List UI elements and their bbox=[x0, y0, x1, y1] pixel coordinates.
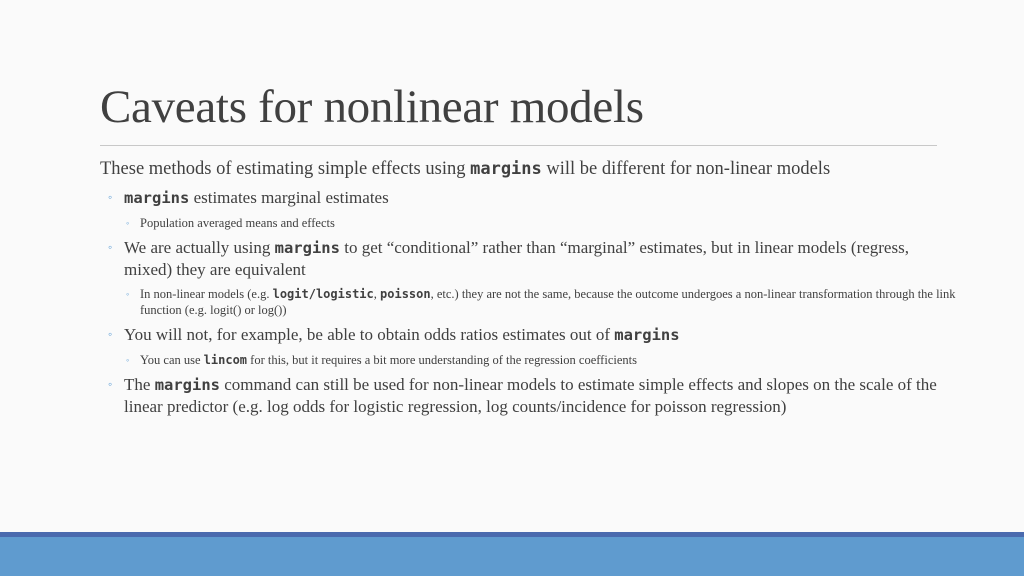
footer-bar bbox=[0, 537, 1024, 576]
bullet-text: We are actually using bbox=[124, 238, 275, 257]
slide-body: These methods of estimating simple effec… bbox=[100, 157, 960, 417]
sub-bullet-text: Population averaged means and effects bbox=[140, 216, 335, 230]
slide-title: Caveats for nonlinear models bbox=[100, 81, 644, 133]
sub-bullet-item-3-1: ◦ You can use lincom for this, but it re… bbox=[100, 352, 960, 368]
bullet-icon: ◦ bbox=[108, 190, 113, 204]
bullet-icon: ◦ bbox=[126, 218, 130, 228]
code-margins: margins bbox=[124, 189, 190, 207]
sub-bullet-text: You can use bbox=[140, 353, 204, 367]
bullet-text: The bbox=[124, 375, 155, 394]
intro-text: These methods of estimating simple effec… bbox=[100, 159, 471, 179]
sub-bullet-text: In non-linear models (e.g. bbox=[140, 287, 273, 301]
bullet-text: estimates marginal estimates bbox=[189, 188, 389, 207]
bullet-item-1: ◦ margins estimates marginal estimates bbox=[100, 187, 960, 209]
intro-paragraph: These methods of estimating simple effec… bbox=[100, 157, 960, 181]
code-margins: margins bbox=[274, 239, 340, 257]
sub-bullet-item-1-1: ◦ Population averaged means and effects bbox=[100, 215, 960, 231]
bullet-item-2: ◦ We are actually using margins to get “… bbox=[100, 237, 960, 280]
bullet-icon: ◦ bbox=[108, 240, 113, 254]
intro-text-end: will be different for non-linear models bbox=[541, 159, 831, 179]
code-logit-logistic: logit/logistic bbox=[272, 287, 374, 301]
code-poisson: poisson bbox=[380, 287, 431, 301]
bullet-icon: ◦ bbox=[108, 377, 113, 391]
bullet-icon: ◦ bbox=[126, 289, 130, 299]
sub-bullet-text-end: for this, but it requires a bit more und… bbox=[247, 353, 637, 367]
sub-bullet-item-2-1: ◦ In non-linear models (e.g. logit/logis… bbox=[100, 286, 960, 318]
bullet-text-end: command can still be used for non-linear… bbox=[124, 375, 937, 416]
code-margins: margins bbox=[470, 159, 542, 179]
bullet-icon: ◦ bbox=[126, 355, 130, 365]
code-margins: margins bbox=[614, 326, 680, 344]
bullet-text: You will not, for example, be able to ob… bbox=[124, 325, 615, 344]
code-lincom: lincom bbox=[203, 353, 248, 367]
code-margins: margins bbox=[154, 376, 221, 394]
bullet-icon: ◦ bbox=[108, 327, 113, 341]
bullet-item-4: ◦ The margins command can still be used … bbox=[100, 374, 960, 417]
bullet-item-3: ◦ You will not, for example, be able to … bbox=[100, 324, 960, 346]
title-divider bbox=[100, 145, 937, 146]
